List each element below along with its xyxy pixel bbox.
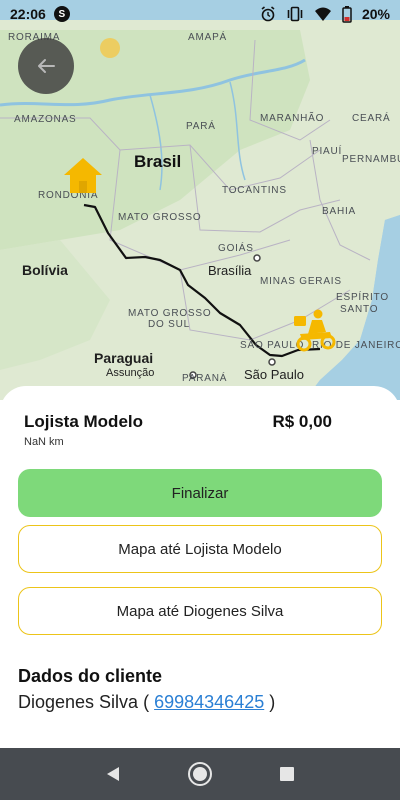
map-label-amapa: AMAPÁ [188, 32, 228, 43]
client-phone-link[interactable]: 69984346425 [154, 692, 264, 712]
triangle-back-icon [107, 767, 120, 781]
map-label-sao-paulo-city: São Paulo [244, 367, 304, 382]
map-label-espirito-santo-1: ESPÍRITO [336, 292, 389, 303]
map-label-mato-grosso-do-sul-2: DO SUL [148, 319, 191, 330]
map-label-tocantins: TOCANTINS [222, 185, 287, 196]
map-label-bahia: BAHIA [322, 206, 357, 217]
delivery-marker-icon[interactable] [292, 308, 338, 352]
client-name: Diogenes Silva [18, 692, 139, 712]
map-label-piaui: PIAUÍ [312, 146, 343, 157]
map-label-parana: PARANÁ [182, 373, 228, 384]
close-paren: ) [269, 692, 276, 712]
store-name: Lojista Modelo [24, 412, 143, 431]
home-circle-icon [187, 762, 212, 786]
square-recents-icon [279, 767, 294, 781]
map-label-maranhao: MARANHÃO [260, 113, 325, 124]
map-label-assuncao: Assunção [106, 367, 155, 379]
wifi-icon [314, 7, 331, 21]
map-label-bolivia: Bolívia [22, 262, 68, 278]
map-label-brasilia: Brasília [208, 263, 252, 278]
nav-back-button[interactable] [93, 754, 133, 794]
back-button[interactable] [18, 38, 74, 94]
finalize-button[interactable]: Finalizar [18, 469, 382, 517]
map-label-mato-grosso: MATO GROSSO [118, 212, 202, 223]
client-info: Diogenes Silva ( 69984346425 ) [18, 692, 275, 713]
map-label-para: PARÁ [186, 121, 216, 132]
alarm-icon [261, 6, 275, 22]
map-label-espirito-santo-2: SANTO [340, 304, 379, 315]
battery-percentage: 20% [361, 6, 390, 22]
map-label-amazonas: AMAZONAS [14, 114, 77, 125]
client-section-title: Dados do cliente [18, 666, 163, 686]
vibrate-icon [287, 6, 303, 22]
nav-home-button[interactable] [180, 754, 220, 794]
store-marker-icon[interactable] [62, 156, 104, 196]
distance-text: NaN km [24, 436, 64, 448]
notification-app-icon: S [53, 6, 70, 22]
map-label-minas-gerais: MINAS GERAIS [260, 276, 342, 287]
arrow-left-icon [38, 59, 55, 73]
map-label-mato-grosso-do-sul-1: MATO GROSSO [128, 308, 212, 319]
map-to-client-button[interactable]: Mapa até Diogenes Silva [18, 587, 382, 635]
map-to-store-button[interactable]: Mapa até Lojista Modelo [18, 525, 382, 573]
map-label-ceara: CEARÁ [352, 113, 391, 124]
order-details-sheet: Lojista Modelo NaN km R$ 0,00 Finalizar … [0, 386, 400, 748]
map-label-goias: GOIÁS [218, 243, 254, 254]
status-bar: 22:06 S 20% [0, 0, 400, 28]
map-label-paraguai: Paraguai [94, 350, 154, 366]
system-navigation-bar [0, 748, 400, 800]
map-label-brasil: Brasil [134, 152, 182, 171]
open-paren: ( [143, 692, 150, 712]
order-price: R$ 0,00 [272, 412, 332, 431]
battery-icon [342, 5, 352, 23]
nav-recents-button[interactable] [267, 754, 307, 794]
map-label-pernambuco: PERNAMBUCO [342, 154, 400, 165]
status-time: 22:06 [10, 6, 46, 22]
